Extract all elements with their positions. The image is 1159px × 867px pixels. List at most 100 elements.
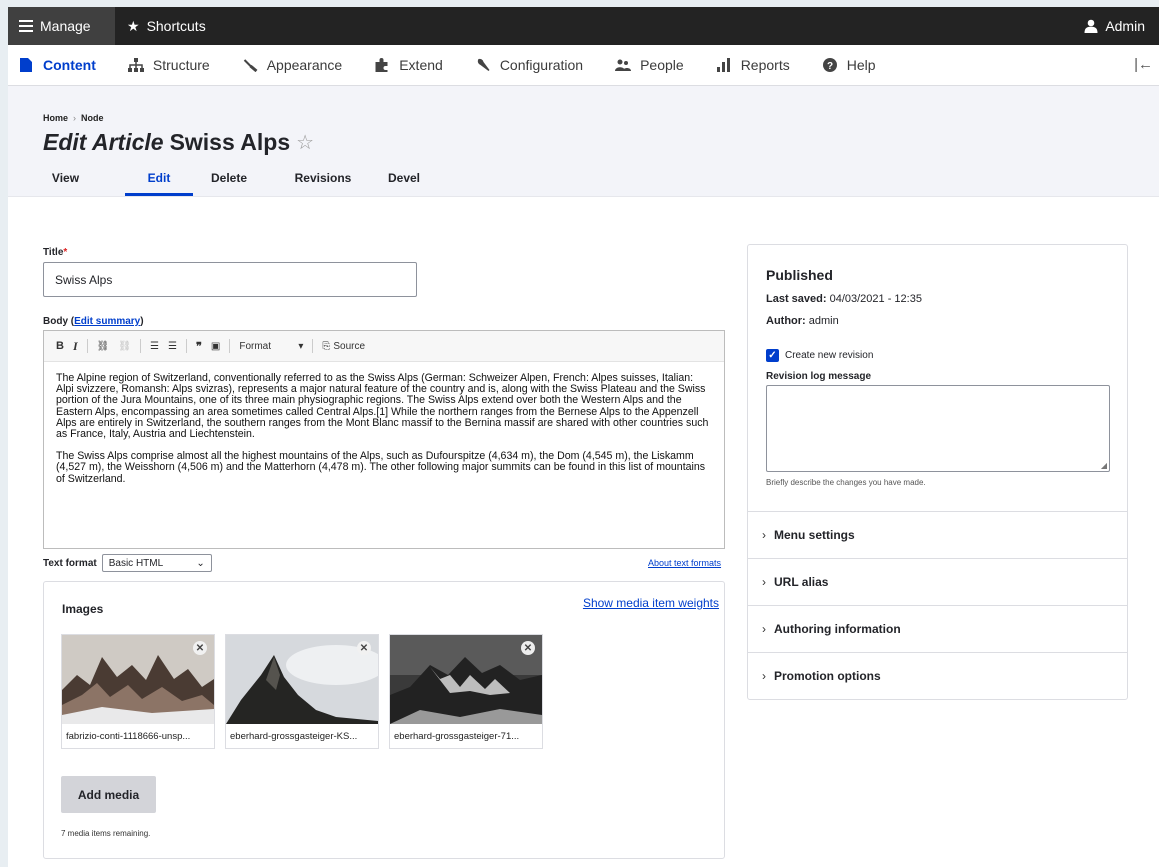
edit-summary-link[interactable]: Edit summary xyxy=(74,316,140,327)
author-value: admin xyxy=(808,315,839,327)
remove-media-button[interactable]: ✕ xyxy=(193,641,207,655)
title-label: Title* xyxy=(43,247,67,258)
new-revision-checkbox[interactable]: ✓ xyxy=(766,349,779,362)
link-icon[interactable]: ⛓ xyxy=(97,341,110,352)
author: Author: admin xyxy=(766,315,839,327)
user-menu-button[interactable]: Admin xyxy=(1072,7,1159,45)
page-header: Home › Node Edit Article Swiss Alps ☆ Vi… xyxy=(8,86,1159,197)
images-field: Images Show media item weights ✕ fabrizi… xyxy=(43,581,725,859)
breadcrumb-node[interactable]: Node xyxy=(81,113,104,123)
chevron-right-icon: › xyxy=(762,575,766,589)
tray-item-appearance[interactable]: Appearance xyxy=(226,45,359,86)
help-icon: ? xyxy=(822,58,837,72)
app-frame: Manage ★ Shortcuts Admin Content Structu… xyxy=(8,7,1159,867)
editor-content[interactable]: The Alpine region of Switzerland, conven… xyxy=(44,362,724,507)
tab-revisions[interactable]: Revisions xyxy=(288,171,358,196)
hamburger-icon xyxy=(19,20,33,32)
media-thumbnail: ✕ xyxy=(390,635,542,724)
blockquote-icon[interactable]: ❞ xyxy=(196,340,202,353)
title-input[interactable]: Swiss Alps xyxy=(43,262,417,297)
text-format-row: Text format Basic HTML ⌄ xyxy=(43,554,212,572)
user-icon xyxy=(1084,19,1098,33)
bold-button[interactable]: B xyxy=(56,340,64,352)
mountain-photo-1 xyxy=(62,635,214,724)
promotion-options-section[interactable]: › Promotion options xyxy=(748,652,1127,699)
breadcrumb: Home › Node xyxy=(43,86,1159,123)
last-saved-value: 04/03/2021 - 12:35 xyxy=(829,293,922,305)
manage-button[interactable]: Manage xyxy=(8,7,115,45)
unlink-icon[interactable]: ⛓ xyxy=(118,341,131,352)
image-icon[interactable]: ▣ xyxy=(211,341,220,352)
url-alias-section[interactable]: › URL alias xyxy=(748,558,1127,605)
section-label: Promotion options xyxy=(774,669,881,683)
media-item[interactable]: ✕ eberhard-grossgasteiger-KS... xyxy=(225,634,379,749)
shortcuts-button[interactable]: ★ Shortcuts xyxy=(115,7,218,45)
remove-media-button[interactable]: ✕ xyxy=(357,641,371,655)
show-weights-link[interactable]: Show media item weights xyxy=(583,596,719,610)
italic-button[interactable]: I xyxy=(73,339,78,354)
source-button[interactable]: Source xyxy=(333,341,365,352)
authoring-information-section[interactable]: › Authoring information xyxy=(748,605,1127,652)
author-label: Author: xyxy=(766,315,806,327)
bulleted-list-icon[interactable]: ☰ xyxy=(150,341,159,352)
media-item[interactable]: ✕ eberhard-grossgasteiger-71... xyxy=(389,634,543,749)
media-remaining-text: 7 media items remaining. xyxy=(61,829,151,838)
add-media-button[interactable]: Add media xyxy=(61,776,156,813)
wrench-icon xyxy=(477,58,490,71)
media-name: eberhard-grossgasteiger-71... xyxy=(394,731,520,742)
body-editor[interactable]: B I ⛓ ⛓ ☰ ☰ ❞ ▣ Format ▾ ⎘ Source The Al… xyxy=(43,330,725,549)
tray-item-people[interactable]: People xyxy=(599,45,700,86)
tab-view[interactable]: View xyxy=(43,171,88,196)
revision-log-textarea[interactable]: ◢ xyxy=(766,385,1110,472)
toolbar-separator xyxy=(229,339,231,353)
chevron-right-icon: › xyxy=(762,669,766,683)
resize-handle-icon[interactable]: ◢ xyxy=(1101,461,1107,470)
admin-tray: Content Structure Appearance Extend Conf… xyxy=(8,45,1159,86)
toolbar-separator xyxy=(312,339,314,353)
media-thumbnail: ✕ xyxy=(62,635,214,724)
images-title: Images xyxy=(62,602,104,616)
puzzle-icon xyxy=(375,58,388,72)
tab-delete[interactable]: Delete xyxy=(205,171,253,196)
text-format-label: Text format xyxy=(43,557,97,569)
tray-item-label: Appearance xyxy=(266,57,343,73)
tray-item-structure[interactable]: Structure xyxy=(112,45,226,86)
tray-item-content[interactable]: Content xyxy=(8,45,112,86)
manage-label: Manage xyxy=(40,18,91,34)
page-title: Edit Article Swiss Alps ☆ xyxy=(43,129,1159,156)
body-label-text: Body xyxy=(43,316,68,327)
tray-item-extend[interactable]: Extend xyxy=(358,45,459,86)
bar-chart-icon xyxy=(716,58,730,72)
main-content: Title* Swiss Alps Body (Edit summary) B … xyxy=(8,207,1159,700)
collapse-tray-button[interactable]: |← xyxy=(1134,56,1153,73)
menu-settings-section[interactable]: › Menu settings xyxy=(748,511,1127,558)
admin-toolbar: Manage ★ Shortcuts Admin xyxy=(8,7,1159,45)
title-label-text: Title xyxy=(43,247,64,258)
format-dropdown[interactable]: Format xyxy=(239,341,289,352)
tray-item-label: Reports xyxy=(740,57,790,73)
breadcrumb-home[interactable]: Home xyxy=(43,113,68,123)
required-marker: * xyxy=(63,247,68,258)
tray-item-configuration[interactable]: Configuration xyxy=(459,45,599,86)
media-thumbnail: ✕ xyxy=(226,635,378,724)
meta-sidebar: Published Last saved: 04/03/2021 - 12:35… xyxy=(747,244,1128,700)
numbered-list-icon[interactable]: ☰ xyxy=(168,341,177,352)
page-title-kind: Edit Article xyxy=(43,129,164,155)
text-format-select[interactable]: Basic HTML ⌄ xyxy=(101,554,212,572)
about-text-formats-link[interactable]: About text formats xyxy=(648,558,721,568)
svg-text:?: ? xyxy=(827,61,833,72)
tab-devel[interactable]: Devel xyxy=(384,171,424,196)
new-revision-label[interactable]: Create new revision xyxy=(785,350,873,361)
tray-item-help[interactable]: ? Help xyxy=(806,45,892,86)
tab-edit[interactable]: Edit xyxy=(125,171,193,196)
media-item[interactable]: ✕ fabrizio-conti-1118666-unsp... xyxy=(61,634,215,749)
tray-item-reports[interactable]: Reports xyxy=(700,45,806,86)
publish-status: Published xyxy=(766,267,833,283)
mountain-photo-2 xyxy=(226,635,378,724)
star-icon[interactable]: ☆ xyxy=(296,130,314,155)
shortcuts-label: Shortcuts xyxy=(146,18,206,34)
section-label: URL alias xyxy=(774,575,829,589)
mountain-photo-3 xyxy=(390,635,542,724)
remove-media-button[interactable]: ✕ xyxy=(521,641,535,655)
toolbar-separator xyxy=(86,339,88,353)
